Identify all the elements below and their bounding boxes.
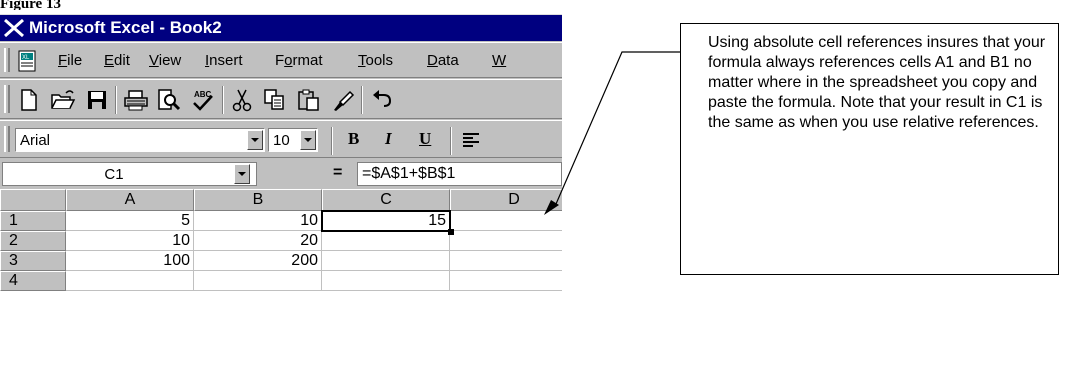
callout-text: Using absolute cell references insures t… [708,34,1046,131]
callout-box: Using absolute cell references insures t… [680,23,1059,275]
